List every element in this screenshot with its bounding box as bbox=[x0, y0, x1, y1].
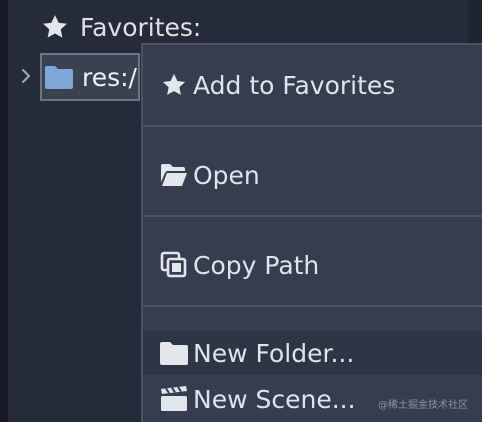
star-icon bbox=[40, 12, 70, 42]
menu-separator bbox=[143, 305, 482, 307]
favorites-label: Favorites: bbox=[80, 12, 202, 42]
menu-separator bbox=[143, 125, 482, 127]
menu-item-label: Open bbox=[193, 160, 260, 190]
context-menu: Add to Favorites Open Copy Path New Fold… bbox=[141, 43, 482, 422]
clapperboard-icon bbox=[158, 383, 190, 415]
watermark-text: @稀土掘金技术社区 bbox=[378, 400, 468, 411]
menu-item-label: New Folder... bbox=[193, 338, 355, 368]
menu-item-copy-path[interactable]: Copy Path bbox=[143, 241, 482, 289]
chevron-right-icon[interactable] bbox=[18, 63, 34, 89]
left-edge-strip bbox=[0, 0, 8, 422]
menu-separator bbox=[143, 215, 482, 217]
res-root-item[interactable]: res:/ bbox=[40, 53, 140, 101]
star-icon bbox=[158, 69, 190, 101]
folder-icon bbox=[42, 62, 76, 92]
menu-item-label: Copy Path bbox=[193, 250, 320, 280]
folder-open-icon bbox=[158, 159, 190, 191]
favorites-row[interactable]: Favorites: bbox=[40, 8, 201, 46]
copy-icon bbox=[158, 249, 190, 281]
menu-item-add-to-favorites[interactable]: Add to Favorites bbox=[143, 61, 482, 109]
menu-item-label: New Scene... bbox=[193, 384, 356, 414]
menu-item-label: Add to Favorites bbox=[193, 70, 396, 100]
res-root-label: res:/ bbox=[82, 62, 137, 92]
folder-icon bbox=[158, 337, 190, 369]
menu-item-new-folder[interactable]: New Folder... bbox=[143, 331, 482, 375]
menu-item-open[interactable]: Open bbox=[143, 151, 482, 199]
